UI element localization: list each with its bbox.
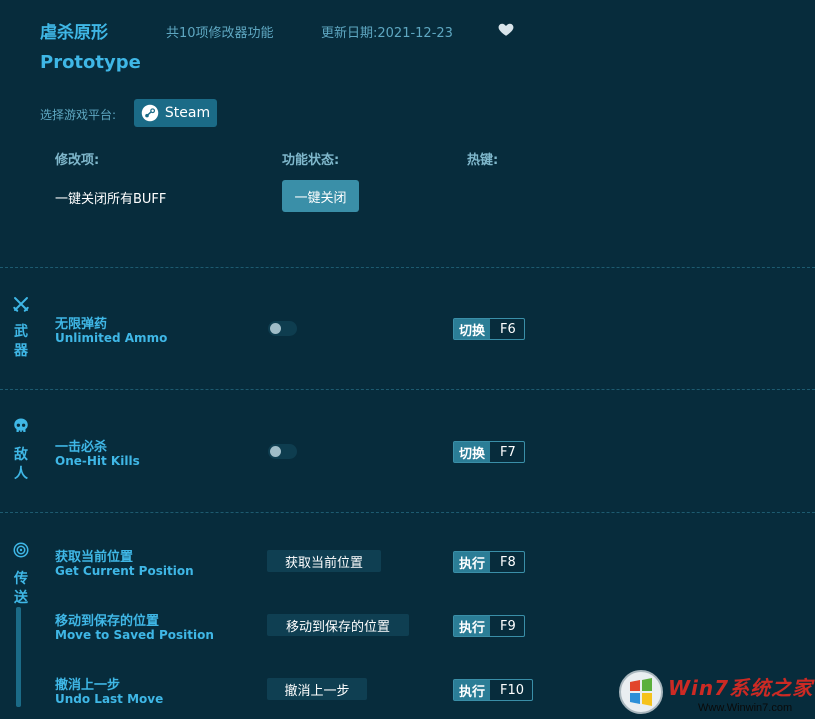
hotkey-f8[interactable]: 执行 F8 (453, 551, 525, 573)
item-label-en: One-Hit Kills (55, 454, 140, 468)
hotkey-key: F7 (500, 444, 516, 460)
hotkey-key: F8 (500, 554, 516, 570)
game-title-en: Prototype (40, 52, 141, 73)
column-header-hotkey: 热键: (467, 153, 499, 168)
crossed-swords-icon (13, 297, 29, 312)
section-divider (0, 389, 815, 390)
location-icon (13, 542, 29, 558)
hotkey-key: F6 (500, 321, 516, 337)
hotkey-action: 执行 (454, 616, 491, 636)
category-weapons-char-2: 器 (14, 343, 28, 359)
column-header-status: 功能状态: (282, 153, 340, 168)
one-hit-kills-toggle[interactable] (268, 444, 297, 459)
get-current-position-button[interactable]: 获取当前位置 (267, 550, 381, 572)
category-enemies-char-1: 敌 (14, 447, 28, 463)
disable-all-button[interactable]: 一键关闭 (282, 180, 359, 212)
category-enemies-char-2: 人 (14, 466, 28, 482)
item-label-cn: 一击必杀 (55, 440, 108, 455)
item-label-en: Undo Last Move (55, 692, 164, 706)
item-label-cn: 移动到保存的位置 (55, 614, 160, 629)
heart-icon[interactable] (497, 20, 515, 38)
watermark-url: Www.Winwin7.com (698, 702, 793, 714)
disable-all-buff-label: 一键关闭所有BUFF (55, 192, 167, 207)
platform-label: 选择游戏平台: (40, 108, 117, 122)
item-label-en: Move to Saved Position (55, 628, 214, 642)
hotkey-f7[interactable]: 切换 F7 (453, 441, 525, 463)
update-date: 更新日期:2021-12-23 (321, 26, 453, 41)
item-label-cn: 撤消上一步 (55, 678, 121, 693)
hotkey-key: F10 (500, 682, 525, 698)
steam-label: Steam (164, 105, 211, 121)
hotkey-action: 执行 (454, 552, 491, 572)
section-divider (0, 267, 815, 268)
hotkey-f9[interactable]: 执行 F9 (453, 615, 525, 637)
column-header-item: 修改项: (55, 153, 100, 168)
move-to-saved-position-button[interactable]: 移动到保存的位置 (267, 614, 409, 636)
category-teleport-char-2: 送 (14, 590, 28, 606)
game-title-cn: 虐杀原形 (40, 23, 108, 43)
hotkey-action: 切换 (454, 442, 491, 462)
unlimited-ammo-toggle[interactable] (268, 321, 297, 336)
hotkey-f6[interactable]: 切换 F6 (453, 318, 525, 340)
steam-icon (141, 104, 159, 122)
item-label-cn: 无限弹药 (55, 317, 108, 332)
undo-last-move-button[interactable]: 撤消上一步 (267, 678, 367, 700)
item-label-en: Unlimited Ammo (55, 331, 168, 345)
hotkey-key: F9 (500, 618, 516, 634)
skull-icon (14, 418, 28, 432)
section-divider (0, 512, 815, 513)
item-label-en: Get Current Position (55, 564, 194, 578)
category-scrollbar[interactable] (16, 607, 21, 707)
hotkey-f10[interactable]: 执行 F10 (453, 679, 534, 701)
hotkey-action: 执行 (454, 680, 491, 700)
hotkey-action: 切换 (454, 319, 491, 339)
windows-logo-icon (619, 670, 663, 714)
steam-platform-button[interactable]: Steam (134, 99, 217, 127)
item-label-cn: 获取当前位置 (55, 550, 134, 565)
feature-count: 共10项修改器功能 (166, 26, 274, 41)
category-weapons-char-1: 武 (14, 324, 28, 340)
watermark-text: Win7系统之家 (668, 676, 814, 700)
category-teleport-char-1: 传 (14, 571, 28, 587)
